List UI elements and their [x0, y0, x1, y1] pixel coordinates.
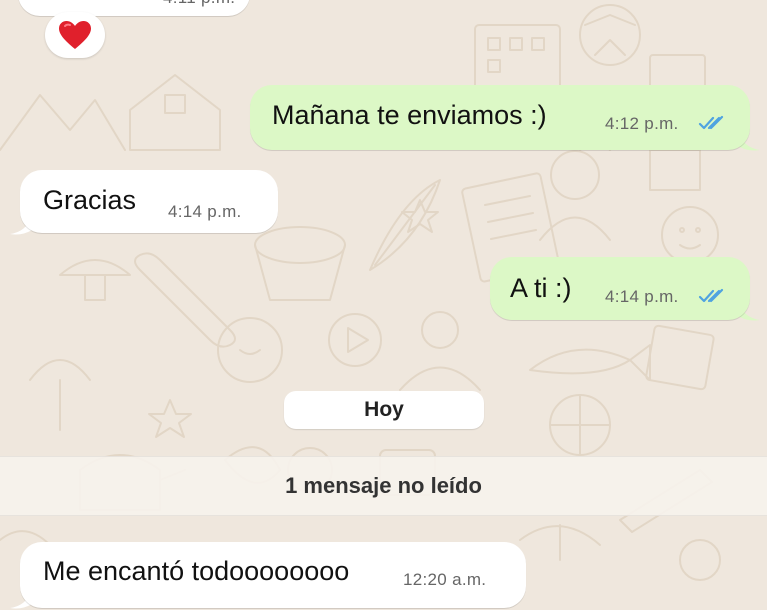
reaction-badge[interactable]	[45, 12, 105, 58]
unread-banner-label: 1 mensaje no leído	[285, 473, 482, 498]
incoming-message-bubble[interactable]: Me encantó todoooooooo 12:20 a.m.	[20, 542, 526, 608]
message-text: Me encantó todoooooooo	[43, 556, 350, 586]
double-check-icon	[698, 115, 724, 130]
message-text: A ti :)	[510, 273, 572, 303]
message-time: 12:20 a.m.	[403, 570, 487, 589]
incoming-message-bubble[interactable]: Gracias 4:14 p.m.	[20, 170, 278, 233]
outgoing-message-bubble[interactable]: Mañana te enviamos :) 4:12 p.m.	[250, 85, 750, 150]
unread-messages-banner: 1 mensaje no leído	[0, 456, 767, 516]
message-time: 4:14 p.m.	[168, 202, 242, 221]
date-divider: Hoy	[284, 391, 484, 429]
message-time: 4:14 p.m.	[605, 287, 679, 306]
message-text: Gracias	[43, 185, 137, 215]
message-time: 4:12 p.m.	[605, 114, 679, 133]
message-text: Mañana te enviamos :)	[272, 100, 547, 130]
heart-reaction-icon	[59, 21, 91, 49]
double-check-icon	[698, 288, 724, 303]
date-divider-label: Hoy	[364, 398, 404, 421]
outgoing-message-bubble[interactable]: A ti :) 4:14 p.m.	[490, 257, 750, 320]
partial-incoming-bubble[interactable]: 4:11 p.m.	[18, 0, 250, 16]
message-time: 4:11 p.m.	[163, 0, 235, 8]
